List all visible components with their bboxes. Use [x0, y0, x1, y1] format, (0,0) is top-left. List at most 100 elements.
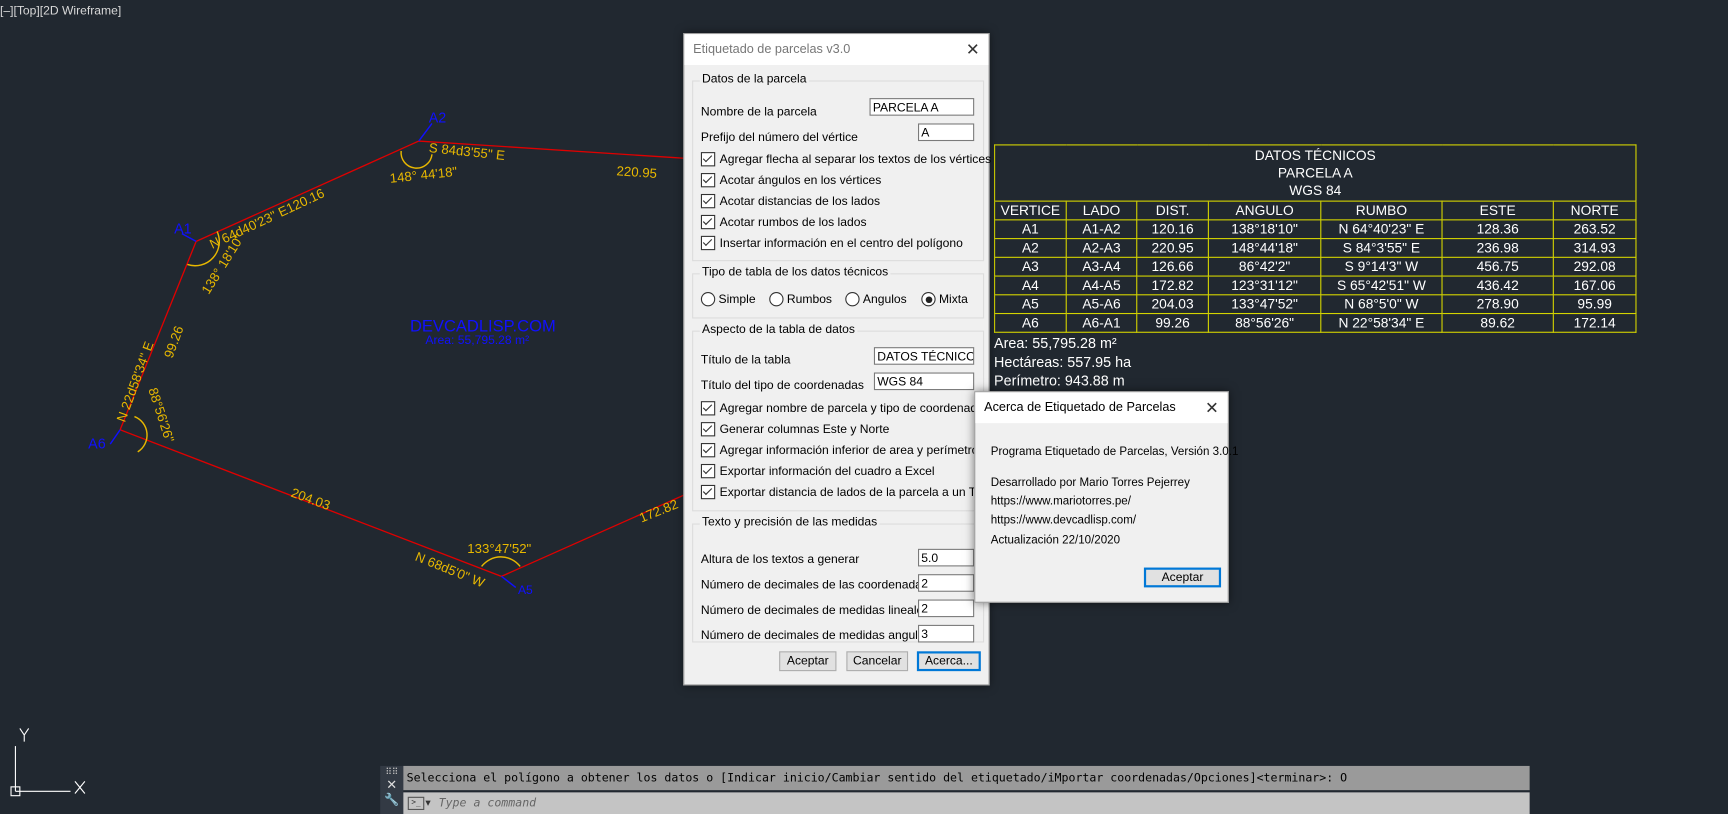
radio-label: Angulos — [862, 292, 907, 306]
checkbox-area-perimeter[interactable]: Agregar información inferior de area y p… — [700, 443, 978, 458]
about-ok-button[interactable]: Aceptar — [1143, 567, 1222, 588]
table-title: DATOS TÉCNICOS — [1254, 147, 1376, 164]
coord-decimals-input[interactable]: 2 — [917, 574, 975, 592]
radio-angulos[interactable]: Angulos — [845, 292, 907, 307]
about-title-bar[interactable]: Acerca de Etiquetado de Parcelas ✕ — [975, 392, 1228, 424]
group-title: Datos de la parcela — [699, 72, 809, 86]
vertex-label-a6: A6 — [88, 435, 106, 452]
dialog-title-bar[interactable]: Etiquetado de parcelas v3.0 ✕ — [684, 34, 989, 66]
checkbox-checked-icon — [700, 422, 716, 437]
angle-arc-a5 — [481, 556, 521, 567]
table-cell: S 65°42'51" W — [1320, 275, 1443, 296]
table-title-cell: DATOS TÉCNICOS PARCELA A WGS 84 — [994, 144, 1637, 202]
checkbox-checked-icon — [700, 214, 716, 230]
table-cell: 220.95 — [1136, 238, 1209, 258]
table-cell: 263.52 — [1552, 219, 1637, 240]
vertex-prefix-input[interactable]: A — [917, 123, 975, 142]
hectares-info: Hectáreas: 557.95 ha — [994, 353, 1132, 371]
checkbox-checked-icon — [700, 235, 716, 251]
checkbox-label: Acotar distancias de los lados — [719, 194, 881, 208]
parcel-name-input[interactable]: PARCELA A — [869, 98, 975, 116]
table-row: A1 A1-A2 120.16 138°18'10" N 64°40'23" E 128.… — [994, 219, 1637, 240]
table-cell: A4 — [994, 275, 1067, 296]
perimeter-info: Perímetro: 943.88 m — [994, 372, 1125, 390]
close-icon[interactable]: ✕ — [380, 777, 403, 792]
cancel-button[interactable]: Cancelar — [846, 651, 909, 672]
about-url-mariotorres[interactable]: https://www.mariotorres.pe/ — [991, 495, 1131, 508]
about-button[interactable]: Acerca... — [916, 651, 981, 672]
coord-title-input[interactable]: WGS 84 — [873, 372, 975, 391]
table-cell: 99.26 — [1136, 312, 1209, 333]
table-cell: 123°31'12" — [1207, 275, 1322, 296]
table-cell: 167.06 — [1552, 275, 1637, 296]
coord-decimals-label: Número de decimales de las coordenadas — [700, 578, 928, 592]
command-placeholder: Type a command — [438, 796, 537, 810]
about-title: Acerca de Etiquetado de Parcelas — [984, 401, 1176, 415]
col-header: ANGULO — [1207, 200, 1322, 221]
command-line-handle[interactable]: ⠿⠿ ✕ 🔧 — [380, 765, 404, 814]
text-height-label: Altura de los textos a generar — [700, 553, 860, 567]
checkbox-checked-icon — [700, 463, 716, 479]
checkbox-checked-icon — [700, 401, 716, 416]
checkbox-parcel-name[interactable]: Agregar nombre de parcela y tipo de coor… — [700, 401, 990, 416]
radio-icon — [769, 292, 784, 307]
checkbox-distances[interactable]: Acotar distancias de los lados — [700, 193, 881, 209]
labeling-dialog: Etiquetado de parcelas v3.0 ✕ Datos de l… — [683, 33, 992, 686]
about-url-devcadlisp[interactable]: https://www.devcadlisp.com/ — [991, 514, 1136, 527]
checkbox-export-excel[interactable]: Exportar información del cuadro a Excel — [700, 463, 935, 479]
table-cell: 89.62 — [1441, 312, 1554, 333]
table-cell: A5 — [994, 294, 1067, 315]
table-cell: 456.75 — [1441, 256, 1554, 277]
command-prompt-icon[interactable]: >_ — [407, 796, 425, 810]
vertex-label-a5: A5 — [517, 584, 533, 598]
angular-decimals-input[interactable]: 3 — [917, 624, 975, 643]
close-icon[interactable]: ✕ — [1205, 398, 1219, 418]
command-input[interactable]: >_ ▼ Type a command — [403, 792, 1530, 814]
checkbox-east-north[interactable]: Generar columnas Este y Norte — [700, 422, 889, 437]
table-cell: A3 — [994, 256, 1067, 277]
checkbox-bearings[interactable]: Acotar rumbos de los lados — [700, 214, 867, 230]
table-cell: 95.99 — [1552, 294, 1637, 315]
table-row: A5 A5-A6 204.03 133°47'52" N 68°5'0" W 278.90… — [994, 294, 1637, 315]
table-title-input[interactable]: DATOS TÉCNICOS — [873, 347, 975, 365]
checkbox-checked-icon — [700, 443, 716, 458]
table-cell: 172.14 — [1552, 312, 1637, 333]
group-title: Aspecto de la tabla de datos — [699, 322, 858, 337]
close-icon[interactable]: ✕ — [966, 40, 980, 60]
about-author: Desarrollado por Mario Torres Pejerrey — [990, 476, 1190, 490]
vertex-label-a1: A1 — [174, 220, 192, 237]
checkbox-label: Agregar nombre de parcela y tipo de coor… — [719, 401, 990, 415]
checkbox-checked-icon — [700, 484, 716, 500]
linear-decimals-input[interactable]: 2 — [917, 599, 975, 618]
table-cell: A4-A5 — [1065, 275, 1138, 296]
checkbox-add-arrow[interactable]: Agregar flecha al separar los textos de … — [700, 152, 991, 167]
checkbox-label: Exportar información del cuadro a Excel — [719, 464, 935, 478]
table-cell: A6-A1 — [1065, 312, 1138, 333]
group-table-type: Tipo de tabla de los datos técnicos Simp… — [692, 265, 985, 319]
wrench-icon[interactable]: 🔧 — [380, 792, 403, 807]
grip-icon[interactable]: ⠿⠿ — [380, 768, 403, 777]
ok-button[interactable]: Aceptar — [779, 651, 837, 672]
radio-simple[interactable]: Simple — [700, 292, 756, 307]
table-cell: A5-A6 — [1065, 294, 1138, 315]
text-height-input[interactable]: 5.0 — [917, 548, 975, 567]
checkbox-angles[interactable]: Acotar ángulos en los vértices — [700, 173, 881, 188]
checkbox-label: Exportar distancia de lados de la parcel… — [719, 485, 992, 499]
table-cell: N 68°5'0" W — [1320, 294, 1443, 315]
table-cell: A3-A4 — [1065, 256, 1138, 277]
table-cell: N 64°40'23" E — [1320, 219, 1443, 240]
vertex-label-a2: A2 — [428, 109, 447, 126]
checkbox-checked-icon — [700, 193, 716, 209]
table-row: A4 A4-A5 172.82 123°31'12" S 65°42'51" W 436.… — [994, 275, 1637, 296]
table-cell: S 84°3'55" E — [1320, 238, 1443, 258]
checkbox-export-txt[interactable]: Exportar distancia de lados de la parcel… — [700, 484, 992, 500]
table-cell: A6 — [994, 312, 1067, 333]
table-row: A2 A2-A3 220.95 148°44'18" S 84°3'55" E 236.9… — [994, 238, 1637, 258]
radio-label: Simple — [718, 292, 756, 306]
radio-rumbos[interactable]: Rumbos — [769, 292, 832, 307]
linear-decimals-label: Número de decimales de medidas lineales — [700, 603, 930, 618]
checkbox-center-info[interactable]: Insertar información en el centro del po… — [700, 235, 963, 251]
radio-mixta[interactable]: Mixta — [921, 292, 968, 307]
chevron-down-icon[interactable]: ▼ — [425, 792, 430, 814]
table-cell: 314.93 — [1552, 238, 1637, 258]
